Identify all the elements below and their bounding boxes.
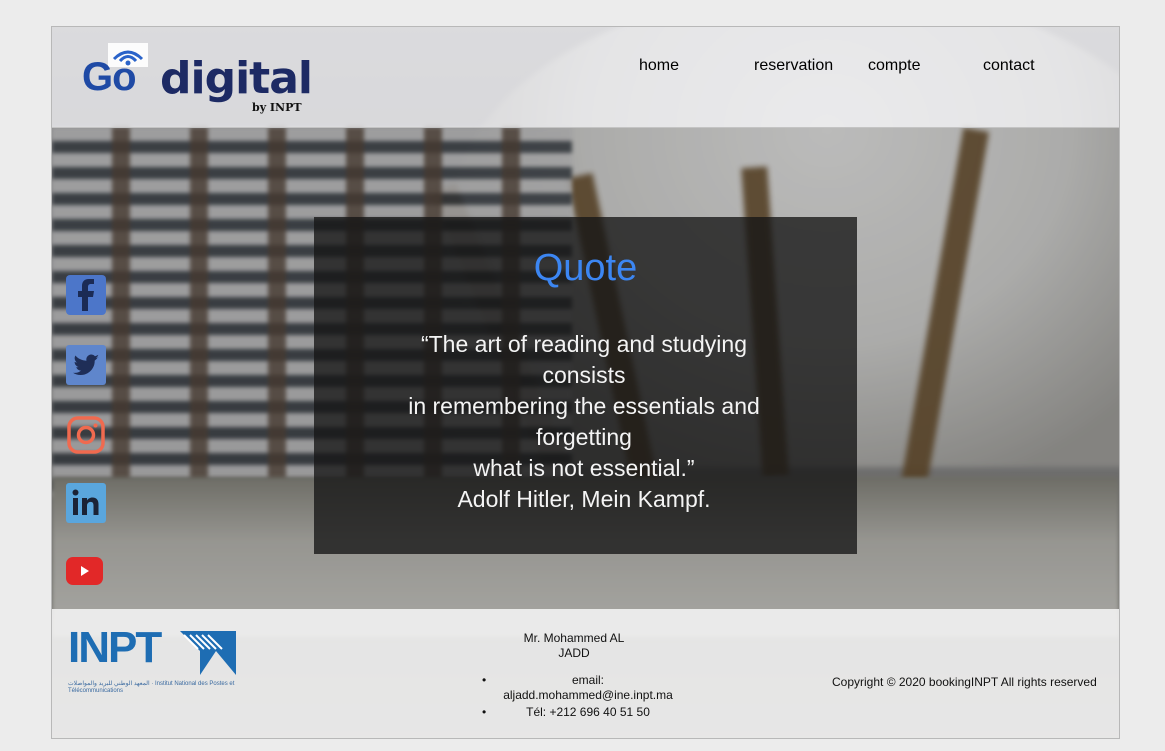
inpt-logo-subtitle: المعهد الوطني للبريد والمواصلات · Instit… [68,681,235,694]
quote-title: Quote [533,247,638,289]
logo-digital: digital [160,53,313,104]
quote-text: “The art of reading and studying consist… [408,331,760,512]
contact-name: Mr. Mohammed AL JADD [523,631,625,660]
twitter-icon[interactable] [66,345,106,385]
phone-text: Tél: +212 696 40 51 50 [526,705,650,719]
instagram-icon[interactable] [66,415,106,455]
nav-reservation[interactable]: reservation [754,57,833,97]
quote-box: Quote “The art of reading and studying c… [314,217,857,554]
page-frame: Go digital by INPT home reservation comp… [51,26,1120,739]
email-text[interactable]: email: aljadd.mohammed@ine.inpt.ma [503,673,673,703]
nav-compte[interactable]: compte [868,57,920,97]
inpt-logo-mark [180,631,236,675]
godigital-logo[interactable]: Go digital by INPT [82,43,313,114]
nav-home[interactable]: home [639,57,679,97]
copyright-text: Copyright © 2020 bookingINPT All rights … [832,675,1097,689]
contact-phone: • Tél: +212 696 40 51 50 [482,705,694,720]
bullet: • [482,673,487,687]
inpt-logo-text: INPT [68,623,162,672]
bullet: • [482,705,487,719]
site-footer: INPT المعهد الوطني للبريد والمواصلات · I… [52,609,1119,738]
logo-go: Go [82,55,137,99]
youtube-icon[interactable] [66,557,103,585]
inpt-logo: INPT المعهد الوطني للبريد والمواصلات · I… [68,623,236,705]
logo-by-inpt: by INPT [252,101,302,114]
facebook-icon[interactable] [66,275,106,315]
site-header: Go digital by INPT home reservation comp… [52,27,1119,128]
nav-contact[interactable]: contact [983,57,1035,97]
contact-email: • email: aljadd.mohammed@ine.inpt.ma [482,673,694,703]
contact-list: • email: aljadd.mohammed@ine.inpt.ma • T… [482,673,694,722]
linkedin-icon[interactable] [66,483,106,523]
